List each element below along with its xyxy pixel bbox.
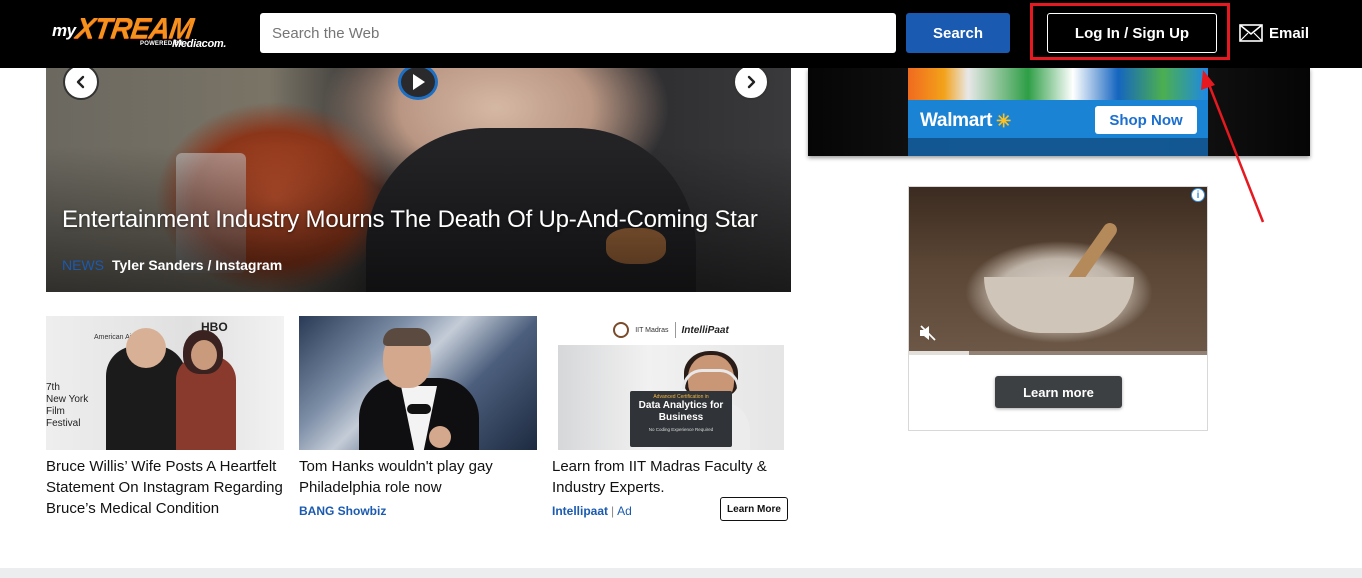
board-sub-text: No Coding Experience Required xyxy=(648,427,714,432)
thumbnail-person-face xyxy=(191,340,217,370)
mute-icon[interactable] xyxy=(919,325,937,341)
thumbnail-person-head xyxy=(126,328,166,368)
video-progress-fill xyxy=(909,351,969,355)
institute-name: IIT Madras xyxy=(635,326,669,334)
sponsored-title[interactable]: Learn from IIT Madras Faculty & Industry… xyxy=(552,456,790,498)
source-divider: | xyxy=(611,504,615,518)
article-title[interactable]: Tom Hanks wouldn't play gay Philadelphia… xyxy=(299,456,537,498)
sponsored-thumbnail[interactable]: IIT Madras IntelliPaat Advanced Certific… xyxy=(552,316,790,450)
search-button[interactable]: Search xyxy=(906,13,1010,53)
top-navigation-bar: my XTREAM POWERED BY Mediacom. Search Lo… xyxy=(0,0,1362,68)
hero-headline[interactable]: Entertainment Industry Mourns The Death … xyxy=(62,206,758,234)
thumbnail-bow-tie xyxy=(407,404,431,414)
hero-carousel[interactable]: Entertainment Industry Mourns The Death … xyxy=(46,68,791,292)
backdrop-line: New York xyxy=(46,394,89,405)
logo-my-text: my xyxy=(52,21,76,40)
thumbnail-backdrop-text: 7th New York Film Festival xyxy=(46,382,88,430)
sponsored-card-intellipaat[interactable]: IIT Madras IntelliPaat Advanced Certific… xyxy=(552,316,790,521)
video-ad-learn-more-button[interactable]: Learn more xyxy=(995,376,1122,408)
sponsor-logo-band: IIT Madras IntelliPaat xyxy=(552,316,790,344)
backdrop-line: 7th xyxy=(46,382,60,393)
logo-mediacom-text: Mediacom. xyxy=(172,38,227,50)
walmart-ad-bar-reflection xyxy=(908,138,1208,156)
backdrop-line: Festival xyxy=(46,418,81,429)
article-source[interactable]: BANG Showbiz xyxy=(299,504,537,518)
article-title[interactable]: Bruce Willis’ Wife Posts A Heartfelt Sta… xyxy=(46,456,284,519)
myxtream-logo[interactable]: my XTREAM POWERED BY Mediacom. xyxy=(50,12,240,54)
ad-video-player[interactable] xyxy=(909,187,1207,355)
sponsored-photo: Advanced Certification in Data Analytics… xyxy=(558,345,784,450)
chevron-right-icon xyxy=(747,75,756,89)
iit-seal-icon xyxy=(613,322,630,338)
hero-meta: NEWS Tyler Sanders / Instagram xyxy=(62,257,282,273)
article-thumbnail[interactable] xyxy=(299,316,537,450)
ad-product-image xyxy=(908,68,1208,100)
logo-divider xyxy=(674,322,676,338)
partner-name: IntelliPaat xyxy=(681,324,729,336)
board-main-text: Data Analytics for Business xyxy=(638,400,724,423)
thumbnail-person-hair xyxy=(383,328,431,346)
chevron-left-icon xyxy=(76,75,85,89)
envelope-icon xyxy=(1239,24,1263,42)
info-icon[interactable]: i xyxy=(1191,188,1205,202)
sponsor-name[interactable]: Intellipaat xyxy=(552,504,608,518)
sponsored-learn-more-button[interactable]: Learn More xyxy=(720,497,788,521)
article-thumbnail[interactable]: American Airlines HBO 7th New York Film … xyxy=(46,316,284,450)
search-input[interactable] xyxy=(260,13,896,53)
hero-photo-credit: Tyler Sanders / Instagram xyxy=(112,257,283,273)
walmart-banner-ad[interactable]: Walmart ✳ Shop Now xyxy=(808,68,1310,156)
footer-band xyxy=(0,568,1362,578)
email-label: Email xyxy=(1269,24,1310,42)
login-signup-button[interactable]: Log In / Sign Up xyxy=(1047,13,1217,53)
shop-now-button[interactable]: Shop Now xyxy=(1095,106,1197,134)
email-link[interactable]: Email xyxy=(1239,20,1309,46)
walmart-logo-text: Walmart xyxy=(920,110,993,131)
article-card-tom-hanks[interactable]: Tom Hanks wouldn't play gay Philadelphia… xyxy=(299,316,537,518)
backdrop-line: Film xyxy=(46,406,65,417)
headphones-icon xyxy=(682,369,740,389)
play-icon xyxy=(413,74,425,90)
walmart-logo: Walmart ✳ xyxy=(920,110,1011,132)
ad-label: Ad xyxy=(617,504,632,518)
article-card-bruce-willis[interactable]: American Airlines HBO 7th New York Film … xyxy=(46,316,284,519)
course-board: Advanced Certification in Data Analytics… xyxy=(630,391,732,447)
video-progress-bar[interactable] xyxy=(909,351,1207,355)
walmart-ad-bar: Walmart ✳ Shop Now xyxy=(908,100,1208,138)
hero-category[interactable]: NEWS xyxy=(62,257,104,273)
thumbnail-person-hand xyxy=(429,426,451,448)
ad-video-bowl xyxy=(984,277,1134,333)
video-ad[interactable]: i Learn more xyxy=(908,186,1208,431)
walmart-spark-icon: ✳ xyxy=(996,110,1011,131)
